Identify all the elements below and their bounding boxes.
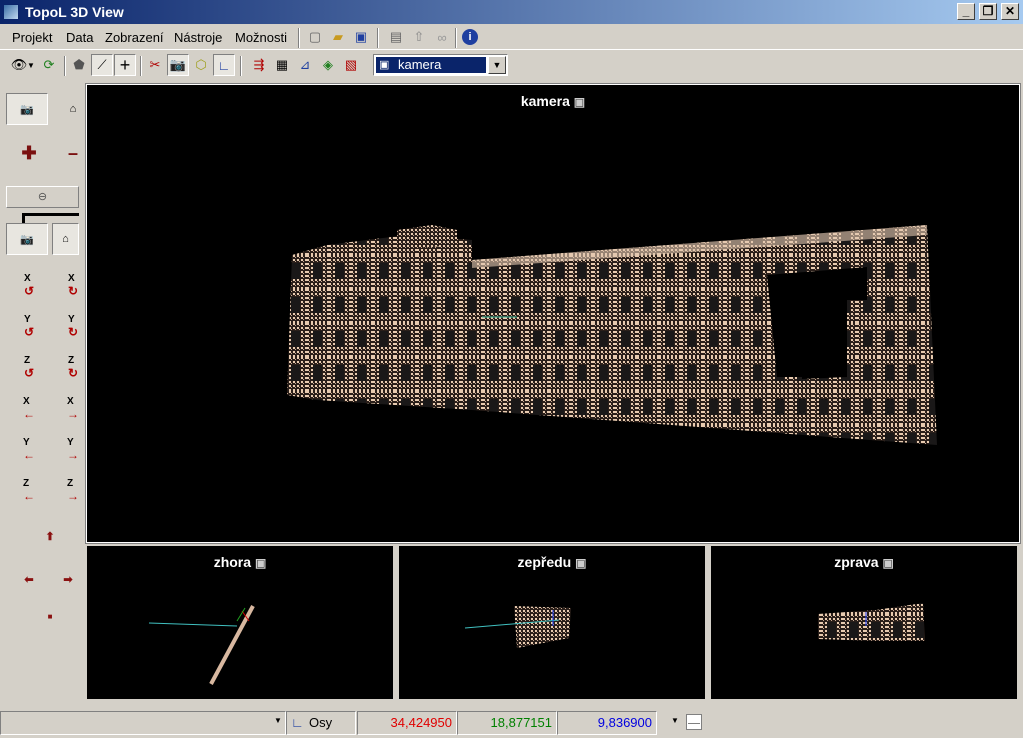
z-coordinate: 9,836900 bbox=[557, 711, 657, 735]
info-icon[interactable]: i bbox=[459, 26, 481, 48]
rotate-y-ccw-button[interactable]: Y ↺ bbox=[8, 310, 50, 342]
navigation-panel: 📷 ⌂ ✚ – ⊖ 📷 ⌂ X ↺ X ↻ Y ↺ Y ↻ Z ↺ Z ↻ X ← X → Y ←… bbox=[0, 85, 84, 705]
title-bar: TopoL 3D View _ ❐ ✕ bbox=[0, 0, 1023, 24]
axes-field[interactable]: ∟ Osy bbox=[286, 711, 356, 735]
separator bbox=[455, 28, 457, 48]
chevron-down-icon[interactable]: ▼ bbox=[671, 716, 679, 725]
menu-nastroje[interactable]: Nástroje bbox=[174, 30, 222, 45]
view-divider bbox=[22, 213, 79, 223]
arrow-down-icon[interactable]: ■ bbox=[29, 600, 71, 632]
pointer-icon[interactable]: ⇧ bbox=[408, 26, 430, 48]
link-views-button[interactable]: ⊖ bbox=[6, 186, 79, 208]
polygon-icon[interactable]: ⬟ bbox=[68, 54, 90, 76]
arrow-right-icon[interactable]: ➡ bbox=[52, 563, 84, 595]
menu-moznosti[interactable]: Možnosti bbox=[235, 30, 287, 45]
camera-tool-icon[interactable]: 📷 bbox=[167, 54, 189, 76]
camera-icon: ▣ bbox=[379, 59, 390, 71]
separator bbox=[377, 28, 379, 48]
camera-list-icon[interactable]: ▦ bbox=[271, 54, 293, 76]
front-view-cloud bbox=[464, 606, 571, 648]
cube-icon[interactable]: ⬡ bbox=[190, 54, 212, 76]
move-x-pos-button[interactable]: X → bbox=[62, 392, 84, 424]
status-message bbox=[0, 711, 286, 735]
top-view-cloud bbox=[148, 605, 255, 685]
chevron-down-icon[interactable]: ▼ bbox=[488, 56, 506, 74]
chevron-down-icon[interactable]: ▼ bbox=[274, 716, 282, 725]
layer-cut-icon[interactable]: ⇶ bbox=[248, 54, 270, 76]
separator bbox=[240, 56, 242, 76]
axes-icon: ∟ bbox=[291, 715, 304, 730]
move-z-pos-button[interactable]: Z → bbox=[62, 474, 84, 506]
zoom-in-button[interactable]: ✚ bbox=[8, 137, 50, 169]
axes-icon[interactable]: ∟ bbox=[213, 54, 235, 76]
top-view[interactable]: zhora ▣ bbox=[87, 546, 393, 699]
rotate-y-cw-button[interactable]: Y ↻ bbox=[62, 310, 84, 342]
close-button[interactable]: ✕ bbox=[1001, 3, 1019, 20]
restore-button[interactable]: ❐ bbox=[979, 3, 997, 20]
menu-data[interactable]: Data bbox=[66, 30, 93, 45]
right-view-cloud bbox=[818, 603, 925, 641]
refresh-icon[interactable]: ⟳ bbox=[38, 54, 60, 76]
rotate-x-cw-button[interactable]: X ↻ bbox=[62, 269, 84, 301]
view-combo[interactable]: ▣ kamera ▼ bbox=[373, 54, 508, 76]
menu-zobrazeni[interactable]: Zobrazení bbox=[105, 30, 164, 45]
line-tool-icon[interactable]: ⟋ bbox=[91, 54, 113, 76]
move-x-neg-button[interactable]: X ← bbox=[8, 392, 50, 424]
separator bbox=[298, 28, 300, 48]
home-button-2[interactable]: ⌂ bbox=[52, 223, 79, 255]
cross-tool-icon[interactable]: + bbox=[114, 54, 136, 76]
home-button[interactable]: ⌂ bbox=[62, 93, 84, 125]
rotate-x-ccw-button[interactable]: X ↺ bbox=[8, 269, 50, 301]
camera-mode-button-2[interactable]: 📷 bbox=[6, 223, 48, 255]
y-coordinate: 18,877151 bbox=[457, 711, 557, 735]
zoom-out-button[interactable]: – bbox=[62, 137, 84, 169]
toolbar: 👁 ▼ ⟳ ⬟ ⟋ + ✂ 📷 ⬡ ∟ ⇶ ▦ ⊿ ◈ ▧ bbox=[0, 51, 1023, 81]
point-cloud-building bbox=[287, 225, 937, 445]
cut-icon[interactable]: ✂ bbox=[144, 54, 166, 76]
separator bbox=[140, 56, 142, 76]
app-icon bbox=[3, 4, 19, 20]
move-y-neg-button[interactable]: Y ← bbox=[8, 433, 50, 465]
layers-icon[interactable]: ◈ bbox=[317, 54, 339, 76]
link-icon[interactable]: ∞ bbox=[431, 26, 453, 48]
open-folder-icon[interactable]: ▰ bbox=[327, 26, 349, 48]
rotate-z-cw-button[interactable]: Z ↻ bbox=[62, 351, 84, 383]
window-title: TopoL 3D View bbox=[25, 4, 124, 20]
layout-icon[interactable] bbox=[686, 714, 702, 730]
rotate-z-ccw-button[interactable]: Z ↺ bbox=[8, 351, 50, 383]
front-view[interactable]: zepředu ▣ bbox=[399, 546, 705, 699]
arrow-left-icon[interactable]: ⬅ bbox=[8, 563, 50, 595]
menu-projekt[interactable]: Projekt bbox=[12, 30, 52, 45]
x-coordinate: 34,424950 bbox=[357, 711, 457, 735]
save-icon[interactable]: ▣ bbox=[350, 26, 372, 48]
menu-bar: Projekt Data Zobrazení Nástroje Možnosti… bbox=[0, 25, 1023, 50]
move-y-pos-button[interactable]: Y → bbox=[62, 433, 84, 465]
view-combo-value: ▣ kamera bbox=[376, 57, 486, 73]
right-view[interactable]: zprava ▣ bbox=[711, 546, 1017, 699]
eye-dropdown-icon[interactable]: ▼ bbox=[26, 54, 36, 76]
arrow-up-icon[interactable]: ⬆ bbox=[29, 520, 71, 552]
separator bbox=[64, 56, 66, 76]
print-preview-icon[interactable]: ▤ bbox=[385, 26, 407, 48]
move-z-neg-button[interactable]: Z ← bbox=[8, 474, 50, 506]
main-3d-view[interactable]: kamera ▣ bbox=[85, 83, 1021, 544]
export-icon[interactable]: ▧ bbox=[340, 54, 362, 76]
status-bar: ▼ ∟ Osy 34,424950 18,877151 9,836900 ▼ bbox=[0, 708, 1023, 738]
graph-icon[interactable]: ⊿ bbox=[294, 54, 316, 76]
minimize-button[interactable]: _ bbox=[957, 3, 975, 20]
camera-mode-button[interactable]: 📷 bbox=[6, 93, 48, 125]
new-file-icon[interactable]: ▢ bbox=[304, 26, 326, 48]
